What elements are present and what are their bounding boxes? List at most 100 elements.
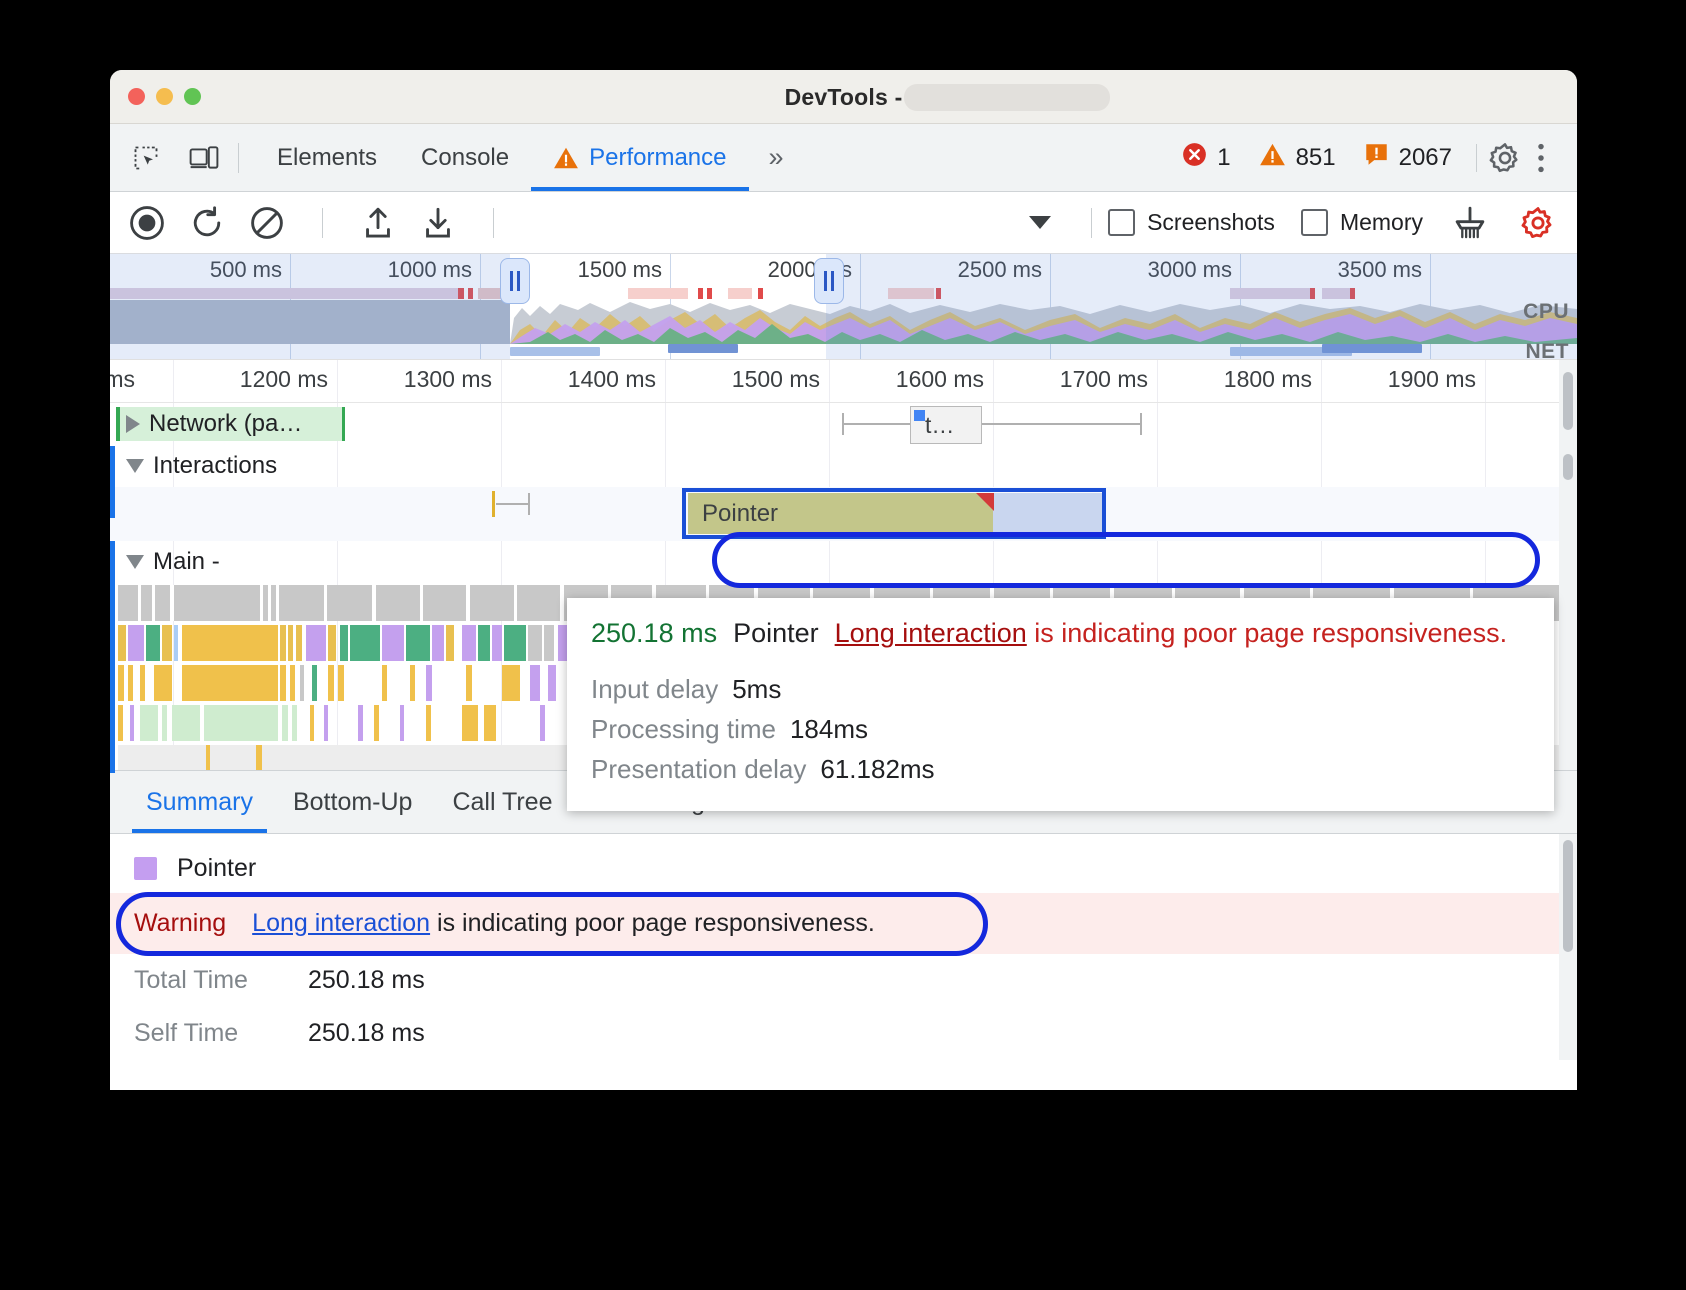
device-toolbar-icon[interactable] [186,140,222,176]
info-icon [1364,142,1389,174]
input-delay-value: 5ms [732,669,781,709]
presentation-delay-label: Presentation delay [591,749,806,789]
flame-tick-label: 1600 ms [896,366,993,393]
info-count: 2067 [1399,144,1452,172]
reload-record-icon[interactable] [186,202,228,244]
track-interactions-label: Interactions [153,452,277,480]
overview-window-handle-right[interactable] [814,258,844,304]
memory-checkbox[interactable]: Memory [1301,209,1423,236]
profile-selector[interactable] [514,202,1065,244]
overview-tick-label: 3500 ms [1338,257,1430,283]
checkbox-box [1108,209,1135,236]
summary-warning-row: Warning Long interaction is indicating p… [110,893,1577,954]
summary-event-row: Pointer [110,844,1577,893]
timeline-overview[interactable]: 500 ms 1000 ms 1500 ms 2000 ms 2500 ms 3… [110,254,1577,359]
net-track-label: NET [1526,340,1570,359]
chevron-right-icon[interactable] [126,415,140,433]
tab-summary[interactable]: Summary [126,771,273,833]
network-segment [707,288,712,299]
chevron-down-icon [1029,216,1051,229]
interaction-small-marker [492,491,495,517]
info-counter[interactable]: 2067 [1350,142,1466,174]
tab-bottom-up[interactable]: Bottom-Up [273,771,432,833]
warning-message-rest: is indicating poor page responsiveness. [430,909,875,937]
tab-call-tree[interactable]: Call Tree [432,771,572,833]
track-network-header[interactable]: Network (pa… [110,403,1577,445]
main-selection-accent [110,541,115,773]
network-segment [458,288,464,299]
flame-tick-label: 1300 ms [404,366,501,393]
track-interactions[interactable]: Interactions Pointer [110,445,1577,541]
processing-time-value: 184ms [790,709,868,749]
summary-content: Pointer Warning Long interaction is indi… [110,834,1577,1060]
kebab-menu-icon[interactable] [1523,140,1559,176]
long-interaction-link[interactable]: Long interaction [252,909,430,937]
inspect-icon[interactable] [128,140,164,176]
flame-tick-label: 1900 ms [1388,366,1485,393]
chevron-down-icon[interactable] [126,459,144,473]
error-counter[interactable]: 1 [1168,142,1244,174]
more-tabs-icon[interactable]: » [749,142,801,173]
overview-cpu-chart [110,300,1577,344]
interactions-band[interactable]: Pointer [110,487,1577,541]
tooltip-long-interaction-link[interactable]: Long interaction [835,618,1027,648]
flame-chart-ruler: ms 1200 ms 1300 ms 1400 ms 1500 ms 1600 … [110,360,1577,403]
summary-scrollbar-track[interactable] [1559,834,1577,1060]
tab-console[interactable]: Console [399,124,531,191]
error-count: 1 [1217,144,1230,172]
screenshots-checkbox[interactable]: Screenshots [1108,209,1275,236]
tab-summary-label: Summary [146,788,253,817]
devtools-tool-icons [110,140,222,176]
event-color-swatch [134,857,157,880]
track-selection-accent [110,446,115,518]
clear-icon[interactable] [246,202,288,244]
total-time-label: Total Time [134,966,274,995]
tab-elements[interactable]: Elements [255,124,399,191]
memory-label: Memory [1340,209,1423,236]
performance-controls [126,202,510,244]
track-network-label: Network (pa… [149,410,302,438]
track-interactions-header[interactable]: Interactions [110,445,1577,487]
gear-icon[interactable] [1487,140,1523,176]
window-title: DevTools - [110,84,1577,111]
download-profile-icon[interactable] [417,202,459,244]
warning-counter[interactable]: 851 [1245,142,1350,174]
tab-bottom-up-label: Bottom-Up [293,788,412,817]
warning-icon [1259,142,1286,174]
record-icon[interactable] [126,202,168,244]
upload-profile-icon[interactable] [357,202,399,244]
summary-scrollbar-thumb[interactable] [1563,840,1573,952]
network-segment [1310,288,1315,299]
window-titlebar: DevTools - [110,70,1577,124]
warning-label: Warning [134,909,226,938]
warning-triangle-icon [553,146,579,170]
tab-call-tree-label: Call Tree [452,788,552,817]
network-segment [936,288,941,299]
collect-garbage-icon[interactable] [1449,202,1491,244]
overview-tick-label: 1000 ms [388,257,480,283]
network-segment [628,288,688,299]
tooltip-event-name: Pointer [733,618,819,649]
flame-tick-label: ms [110,366,144,393]
track-main-header[interactable]: Main - [110,541,1577,583]
network-segment [728,288,752,299]
chevron-down-icon[interactable] [126,555,144,569]
network-segment [1322,288,1350,299]
screenshots-label: Screenshots [1147,209,1275,236]
tab-performance-label: Performance [589,144,726,172]
network-segment [758,288,763,299]
title-placeholder-pill [904,84,1110,111]
overview-tick-label: 1500 ms [578,257,670,283]
pointer-selection-outline [682,488,1106,539]
network-request-bar [510,347,600,356]
overview-window-handle-left[interactable] [500,258,530,304]
track-network[interactable]: Network (pa… t… [110,403,1577,445]
summary-event-name: Pointer [177,854,256,883]
tab-performance[interactable]: Performance [531,124,748,191]
devtools-tabs: Elements Console Performance » [255,124,801,191]
devtools-window: DevTools - [110,70,1577,1090]
capture-settings-gear-icon[interactable] [1517,202,1559,244]
flame-tick-label: 1400 ms [568,366,665,393]
warning-message: Long interaction is indicating poor page… [252,909,875,938]
tooltip-duration: 250.18 ms [591,618,717,649]
